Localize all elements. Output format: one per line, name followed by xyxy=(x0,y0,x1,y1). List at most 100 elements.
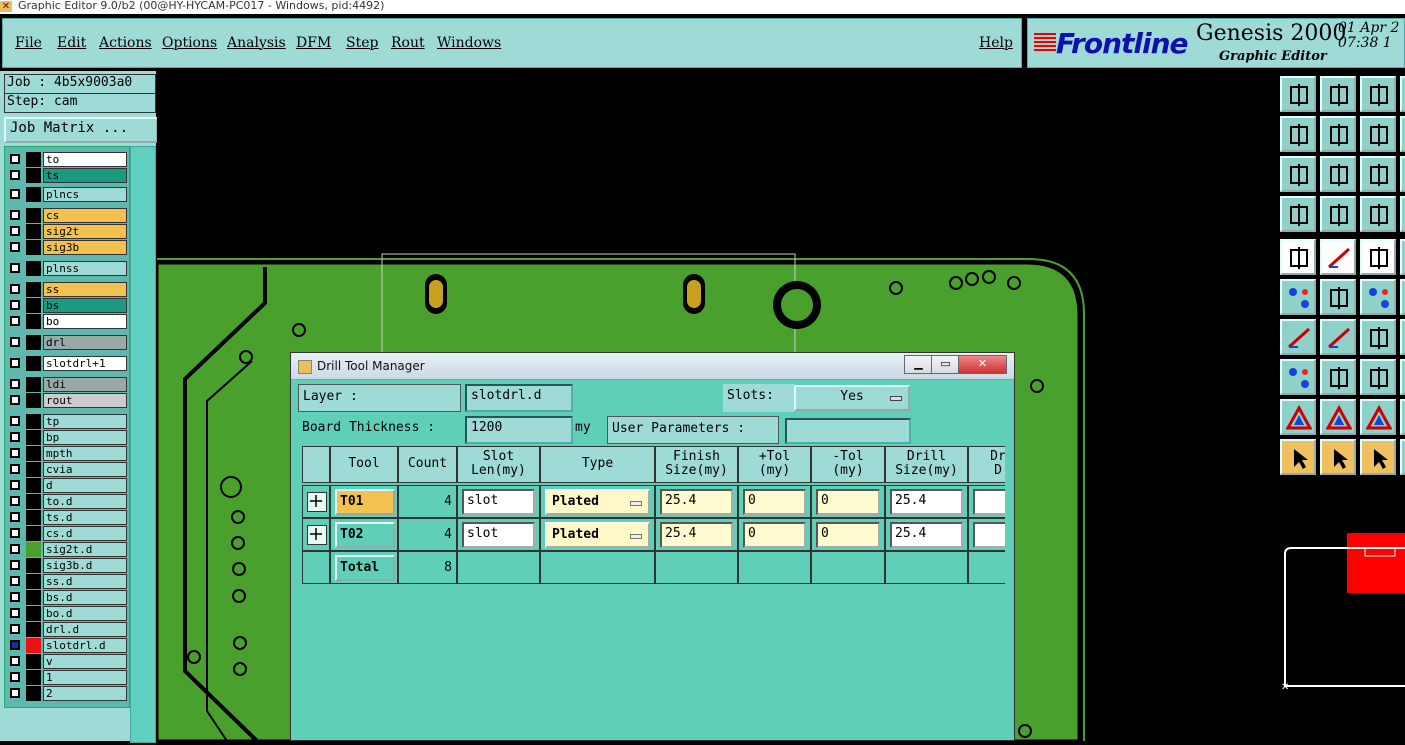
menu-actions[interactable]: Actions xyxy=(99,35,152,51)
layer-row[interactable]: 2 xyxy=(9,686,127,701)
layer-row[interactable]: drl.d xyxy=(9,622,127,637)
cross-tool-button[interactable] xyxy=(1320,279,1356,315)
ptol-input[interactable]: 0 xyxy=(743,522,806,548)
rotate-tool-button[interactable] xyxy=(1360,116,1396,152)
layer-checkbox[interactable] xyxy=(10,592,20,602)
layer-color-swatch[interactable] xyxy=(26,526,41,541)
close-button[interactable]: ✕ xyxy=(958,355,1007,374)
layer-color-swatch[interactable] xyxy=(26,208,41,223)
probe-tool-button[interactable] xyxy=(1320,196,1356,232)
layer-checkbox[interactable] xyxy=(10,560,20,570)
layer-checkbox[interactable] xyxy=(10,432,20,442)
board-thickness-field[interactable]: 1200 xyxy=(465,416,573,444)
layer-color-swatch[interactable] xyxy=(26,261,41,276)
layer-checkbox[interactable] xyxy=(10,300,20,310)
layer-checkbox[interactable] xyxy=(10,242,20,252)
type-dropdown[interactable]: Plated xyxy=(545,489,650,515)
triangle-b-tool-button[interactable] xyxy=(1360,399,1396,435)
layer-checkbox[interactable] xyxy=(10,395,20,405)
layer-field[interactable]: slotdrl.d xyxy=(465,384,573,412)
layer-checkbox[interactable] xyxy=(10,688,20,698)
add-pad-tool-button[interactable] xyxy=(1280,239,1316,275)
layer-color-swatch[interactable] xyxy=(26,542,41,557)
layer-name[interactable]: drl.d xyxy=(43,622,127,637)
layer-color-swatch[interactable] xyxy=(26,282,41,297)
drill-input[interactable]: 25.4 xyxy=(890,522,963,548)
layer-name[interactable]: slotdrl+1 xyxy=(43,356,127,371)
layer-color-swatch[interactable] xyxy=(26,430,41,445)
layer-checkbox[interactable] xyxy=(10,528,20,538)
layer-row[interactable]: bp xyxy=(9,430,127,445)
layer-row[interactable]: cs.d xyxy=(9,526,127,541)
layer-row[interactable]: ts.d xyxy=(9,510,127,525)
layer-checkbox[interactable] xyxy=(10,226,20,236)
layer-color-swatch[interactable] xyxy=(26,478,41,493)
layer-color-swatch[interactable] xyxy=(26,622,41,637)
menu-file[interactable]: File xyxy=(15,35,42,51)
layer-color-swatch[interactable] xyxy=(26,606,41,621)
layer-color-swatch[interactable] xyxy=(26,654,41,669)
layer-checkbox[interactable] xyxy=(10,480,20,490)
layer-color-swatch[interactable] xyxy=(26,224,41,239)
layer-name[interactable]: ts xyxy=(43,168,127,183)
menu-help[interactable]: Help xyxy=(979,35,1013,51)
extend-tool-button[interactable] xyxy=(1400,116,1405,152)
layer-color-swatch[interactable] xyxy=(26,377,41,392)
layer-row[interactable]: to.d xyxy=(9,494,127,509)
layer-name[interactable]: sig3b xyxy=(43,240,127,255)
layer-checkbox[interactable] xyxy=(10,358,20,368)
layer-row[interactable]: tp xyxy=(9,414,127,429)
measure-tool-button[interactable] xyxy=(1360,359,1396,395)
mtol-input[interactable]: 0 xyxy=(816,522,880,548)
layer-name[interactable]: ts.d xyxy=(43,510,127,525)
layer-row[interactable]: to xyxy=(9,152,127,167)
layer-row[interactable]: rout xyxy=(9,393,127,408)
extend-tool-button[interactable] xyxy=(1400,439,1405,475)
layer-name[interactable]: sig2t.d xyxy=(43,542,127,557)
menu-options[interactable]: Options xyxy=(162,35,217,51)
center-tool-button[interactable] xyxy=(1320,156,1356,192)
menu-windows[interactable]: Windows xyxy=(437,35,501,51)
extend-tool-button[interactable] xyxy=(1400,76,1405,112)
finish-input[interactable]: 25.4 xyxy=(660,522,733,548)
slot-len-input[interactable]: slot xyxy=(462,489,535,515)
right-arrow-tool-button[interactable] xyxy=(1320,116,1356,152)
maximize-button[interactable]: ▭ xyxy=(931,355,960,374)
layer-name[interactable]: v xyxy=(43,654,127,669)
ruler-tool-button[interactable] xyxy=(1360,239,1396,275)
type-dropdown[interactable]: Plated xyxy=(545,522,650,548)
layer-checkbox[interactable] xyxy=(10,337,20,347)
layer-color-swatch[interactable] xyxy=(26,187,41,202)
layer-color-swatch[interactable] xyxy=(26,298,41,313)
layer-name[interactable]: rout xyxy=(43,393,127,408)
menu-step[interactable]: Step xyxy=(346,35,378,51)
select-tool-button[interactable] xyxy=(1320,439,1356,475)
layer-row[interactable]: slotdrl.d xyxy=(9,638,127,653)
layer-row[interactable]: bs xyxy=(9,298,127,313)
layer-row[interactable]: ldi xyxy=(9,377,127,392)
layer-name[interactable]: to.d xyxy=(43,494,127,509)
layer-row[interactable]: plnss xyxy=(9,261,127,276)
layer-color-swatch[interactable] xyxy=(26,558,41,573)
slash-tool-button[interactable] xyxy=(1320,319,1356,355)
layer-checkbox[interactable] xyxy=(10,170,20,180)
layer-name[interactable]: cvia xyxy=(43,462,127,477)
layer-name[interactable]: sig3b.d xyxy=(43,558,127,573)
home-tool-button[interactable] xyxy=(1360,76,1396,112)
layer-name[interactable]: 1 xyxy=(43,670,127,685)
mtol-input[interactable]: 0 xyxy=(816,489,880,515)
scale-tool-button[interactable] xyxy=(1360,156,1396,192)
layer-name[interactable]: bo xyxy=(43,314,127,329)
layer-row[interactable]: mpth xyxy=(9,446,127,461)
layer-color-swatch[interactable] xyxy=(26,510,41,525)
layer-name[interactable]: cs xyxy=(43,208,127,223)
layer-row[interactable]: drl xyxy=(9,335,127,350)
arc-tool-button[interactable] xyxy=(1360,319,1396,355)
extend-tool-button[interactable] xyxy=(1400,239,1405,275)
layer-name[interactable]: 2 xyxy=(43,686,127,701)
layer-name[interactable]: bs.d xyxy=(43,590,127,605)
layer-name[interactable]: ss.d xyxy=(43,574,127,589)
user-parameters-field[interactable] xyxy=(785,418,911,444)
layer-name[interactable]: ldi xyxy=(43,377,127,392)
node-tool-button[interactable] xyxy=(1280,279,1316,315)
